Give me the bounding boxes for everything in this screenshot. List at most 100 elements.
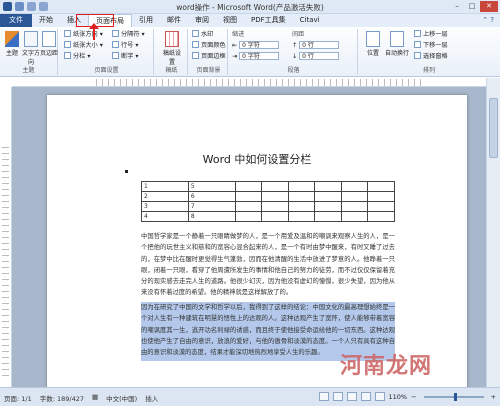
draft-view-button[interactable]	[374, 392, 385, 401]
margins-button[interactable]: 页边距	[38, 31, 60, 57]
table-cell[interactable]: 6	[187, 191, 236, 202]
spacing-before-input[interactable]: 0 行	[299, 41, 340, 49]
table-row: 48	[141, 211, 395, 222]
spacing-after-input[interactable]: 0 行	[299, 52, 340, 60]
table-cell[interactable]	[340, 181, 369, 192]
scrollbar-thumb[interactable]	[489, 98, 498, 158]
arrange-group: 位置 自动换行 上移一层 下移一层 选择窗格 排列	[360, 29, 498, 75]
hyphenation-button[interactable]: 断字 ▾	[112, 52, 138, 61]
page-color-button[interactable]: 页面颜色	[192, 41, 226, 50]
help-icon[interactable]: ⌃ ?	[482, 14, 500, 27]
table-cell[interactable]	[314, 201, 342, 212]
table-cell[interactable]	[234, 191, 263, 202]
table-cell[interactable]	[287, 211, 316, 222]
send-backward-icon	[414, 41, 421, 48]
table-cell[interactable]	[340, 191, 369, 202]
breaks-button[interactable]: 分隔符 ▾	[112, 30, 145, 39]
zoom-slider-knob[interactable]	[453, 392, 457, 401]
table-cell[interactable]: 1	[141, 181, 189, 192]
tab-pdf-tools[interactable]: PDF工具集	[244, 14, 293, 27]
indent-right-input[interactable]: 0 字符	[239, 52, 280, 60]
hyphenation-icon	[112, 52, 119, 59]
table-cell[interactable]	[367, 191, 395, 202]
watermark-button[interactable]: 水印	[192, 30, 213, 39]
breaks-icon	[112, 30, 119, 37]
table-cell[interactable]: 8	[187, 211, 236, 222]
table-cell[interactable]: 3	[141, 201, 189, 212]
page-borders-button[interactable]: 页面边框	[192, 52, 226, 61]
table-cell[interactable]	[367, 211, 395, 222]
table-cell[interactable]	[314, 211, 342, 222]
reading-view-button[interactable]	[332, 392, 343, 401]
outline-view-button[interactable]	[360, 392, 371, 401]
horizontal-ruler[interactable]	[12, 78, 500, 87]
margins-label: 页边距	[39, 50, 58, 57]
size-button[interactable]: 纸张大小 ▾	[64, 41, 103, 50]
zoom-out-button[interactable]: −	[411, 393, 416, 401]
language-indicator[interactable]: 中文(中国)	[106, 393, 137, 403]
table-cell[interactable]	[287, 181, 316, 192]
tab-view[interactable]: 视图	[216, 14, 244, 27]
table-cell[interactable]	[314, 191, 342, 202]
close-button[interactable]: ✕	[480, 1, 498, 12]
page-count[interactable]: 页面: 1/1	[4, 393, 32, 403]
table-cell[interactable]	[261, 211, 289, 222]
tab-file[interactable]: 文件	[0, 14, 32, 27]
vertical-ruler[interactable]	[0, 87, 12, 387]
bring-forward-button[interactable]: 上移一层	[414, 30, 448, 39]
vertical-scrollbar[interactable]	[486, 78, 500, 387]
tab-citavi[interactable]: Citavi	[293, 14, 327, 27]
table-cell[interactable]	[261, 181, 289, 192]
maximize-button[interactable]: □	[465, 1, 479, 12]
tab-references[interactable]: 引用	[132, 14, 160, 27]
orientation-button[interactable]: 纸张方向 ▾	[64, 30, 103, 39]
table-cell[interactable]	[340, 201, 369, 212]
table-cell[interactable]	[287, 201, 316, 212]
wrap-text-button[interactable]: 自动换行	[384, 31, 410, 57]
table-cell[interactable]	[367, 181, 395, 192]
table-cell[interactable]: 2	[141, 191, 189, 202]
indent-label: 缩进	[232, 31, 245, 38]
table-cell[interactable]	[261, 201, 289, 212]
word-count[interactable]: 字数: 189/427	[40, 393, 84, 403]
indent-left-input[interactable]: 0 字符	[239, 41, 280, 49]
send-backward-button[interactable]: 下移一层	[414, 41, 448, 50]
position-button[interactable]: 位置	[362, 31, 384, 57]
table-cell[interactable]	[234, 181, 263, 192]
table-cell[interactable]: 5	[187, 181, 236, 192]
table-cell[interactable]	[261, 191, 289, 202]
document-table[interactable]: 15 26 37 48	[141, 181, 395, 222]
table-cell[interactable]	[367, 201, 395, 212]
table-cell[interactable]: 7	[187, 201, 236, 212]
web-layout-view-button[interactable]	[346, 392, 357, 401]
zoom-in-button[interactable]: +	[491, 393, 496, 401]
tab-review[interactable]: 审阅	[188, 14, 216, 27]
minimize-button[interactable]: –	[450, 1, 464, 12]
zoom-slider[interactable]	[423, 392, 484, 401]
columns-button[interactable]: 分栏 ▾	[64, 52, 90, 61]
table-cell[interactable]: 4	[141, 211, 189, 222]
selection-pane-button[interactable]: 选择窗格	[414, 52, 448, 61]
columns-icon	[64, 52, 71, 59]
paragraph-1[interactable]: 中国哲学家是一个静着一只眼睛做梦的人，是一个用爱及温和的嘲讽来观察人生的人，是一…	[141, 231, 395, 299]
table-cell[interactable]	[340, 211, 369, 222]
margins-icon	[42, 31, 56, 47]
tab-mailings[interactable]: 邮件	[160, 14, 188, 27]
spellcheck-icon[interactable]: ▦	[92, 393, 98, 403]
table-cell[interactable]	[234, 211, 263, 222]
table-row: 26	[141, 191, 395, 202]
wrap-text-label: 自动换行	[384, 50, 409, 57]
tab-home[interactable]: 开始	[32, 14, 60, 27]
status-left: 页面: 1/1 字数: 189/427 ▦ 中文(中国) 插入	[4, 393, 158, 403]
table-cell[interactable]	[314, 181, 342, 192]
insert-mode-indicator[interactable]: 插入	[145, 393, 158, 403]
page-setup-group-label: 页面设置	[94, 67, 119, 74]
page-color-icon	[192, 41, 199, 48]
table-cell[interactable]	[287, 191, 316, 202]
print-layout-view-button[interactable]	[318, 392, 329, 401]
zoom-level[interactable]: 110%	[389, 393, 408, 401]
table-cell[interactable]	[234, 201, 263, 212]
wrap-text-icon	[390, 31, 404, 47]
draft-paper-button[interactable]: 稿纸设置	[161, 31, 183, 66]
line-numbers-button[interactable]: 行号 ▾	[112, 41, 138, 50]
